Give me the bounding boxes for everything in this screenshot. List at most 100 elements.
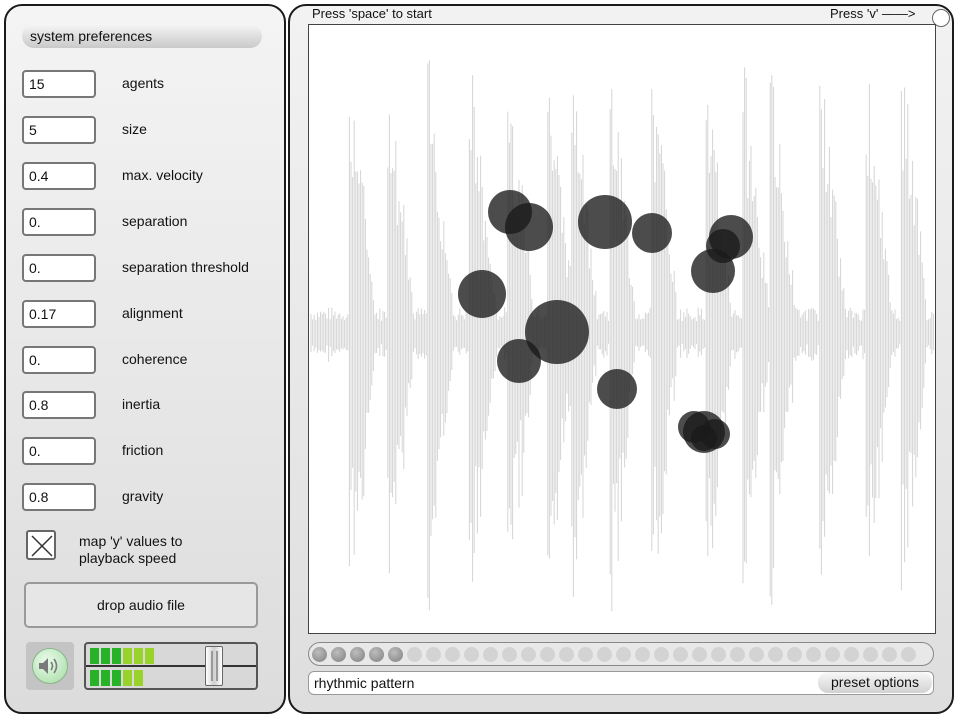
agents-label: agents [122,75,165,91]
meter-segment [178,670,187,686]
step-sequencer[interactable] [308,642,934,666]
max-velocity-number-box[interactable]: 0.4 [22,162,96,190]
agent-circle [578,195,632,249]
meter-segment [90,648,99,664]
agent-circle [691,249,735,293]
meter-segment [134,670,143,686]
coherence-label: coherence [122,351,188,367]
sequencer-step[interactable] [825,647,840,662]
meter-segment [233,670,242,686]
friction-label: friction [122,442,164,458]
sequencer-step[interactable] [312,647,327,662]
meter-segment [156,648,165,664]
sequencer-step[interactable] [464,647,479,662]
agent-circle [458,270,506,318]
separation-threshold-label: separation threshold [122,259,249,275]
meter-segment [112,670,121,686]
meter-segment [123,648,132,664]
waveform-canvas[interactable] [308,24,936,634]
sequencer-step[interactable] [673,647,688,662]
level-meter-top [90,648,254,664]
separation-number-box[interactable]: 0. [22,208,96,236]
sequencer-step[interactable] [654,647,669,662]
sequencer-step[interactable] [597,647,612,662]
meter-segment [167,670,176,686]
sequencer-step[interactable] [445,647,460,662]
alignment-label: alignment [122,305,183,321]
sequencer-step[interactable] [635,647,650,662]
agent-circle [497,339,541,383]
sequencer-step[interactable] [521,647,536,662]
alignment-number-box[interactable]: 0.17 [22,300,96,328]
drop-audio-file-button[interactable]: drop audio file [24,582,258,628]
volume-meter[interactable] [84,642,258,690]
sequencer-step[interactable] [711,647,726,662]
size-label: size [122,121,147,137]
max-velocity-label: max. velocity [122,167,203,183]
sequencer-step[interactable] [768,647,783,662]
meter-segment [134,648,143,664]
meter-segment [112,648,121,664]
meter-segment [123,670,132,686]
map-y-label: map 'y' values to playback speed [79,533,183,566]
sequencer-step[interactable] [502,647,517,662]
agent-circle [632,213,672,253]
inertia-label: inertia [122,396,161,412]
meter-divider [86,665,256,667]
meter-segment [101,670,110,686]
system-preferences-header: system preferences [22,24,262,48]
inertia-number-box[interactable]: 0.8 [22,391,96,419]
meter-segment [101,648,110,664]
sequencer-step[interactable] [388,647,403,662]
level-meter-bottom [90,670,254,686]
coherence-number-box[interactable]: 0. [22,346,96,374]
sequencer-step[interactable] [616,647,631,662]
meter-segment [90,670,99,686]
audio-toggle-button[interactable] [26,642,74,690]
sequencer-step[interactable] [407,647,422,662]
agent-circle [597,369,637,409]
preset-options-button[interactable]: preset options [818,672,932,693]
meter-segment [178,648,187,664]
sequencer-step[interactable] [749,647,764,662]
meter-segment [222,648,231,664]
sequencer-step[interactable] [369,647,384,662]
sequencer-step[interactable] [901,647,916,662]
sequencer-step[interactable] [559,647,574,662]
sequencer-step[interactable] [483,647,498,662]
gravity-label: gravity [122,488,164,504]
sequencer-step[interactable] [350,647,365,662]
friction-number-box[interactable]: 0. [22,437,96,465]
agents-number-box[interactable]: 15 [22,70,96,98]
gravity-number-box[interactable]: 0.8 [22,483,96,511]
sequencer-step[interactable] [578,647,593,662]
sequencer-step[interactable] [730,647,745,662]
sequencer-step[interactable] [787,647,802,662]
speaker-icon [39,658,58,674]
volume-slider-handle[interactable] [205,646,223,686]
meter-segment [189,648,198,664]
sequencer-step[interactable] [331,647,346,662]
view-hint: Press 'v' ——> [830,6,916,21]
audio-waveform [310,60,934,612]
sequencer-step[interactable] [540,647,555,662]
sequencer-step[interactable] [882,647,897,662]
sequencer-step[interactable] [692,647,707,662]
separation-threshold-number-box[interactable]: 0. [22,254,96,282]
sequencer-step[interactable] [863,647,878,662]
agent-circle [505,203,553,251]
meter-segment [233,648,242,664]
meter-segment [145,648,154,664]
separation-label: separation [122,213,188,229]
meter-segment [156,670,165,686]
size-number-box[interactable]: 5 [22,116,96,144]
start-hint: Press 'space' to start [312,6,432,21]
meter-segment [167,648,176,664]
map-y-checkbox[interactable] [26,530,56,560]
meter-segment [222,670,231,686]
agent-circle [691,425,717,451]
meter-segment [189,670,198,686]
sequencer-step[interactable] [806,647,821,662]
sequencer-step[interactable] [426,647,441,662]
sequencer-step[interactable] [844,647,859,662]
